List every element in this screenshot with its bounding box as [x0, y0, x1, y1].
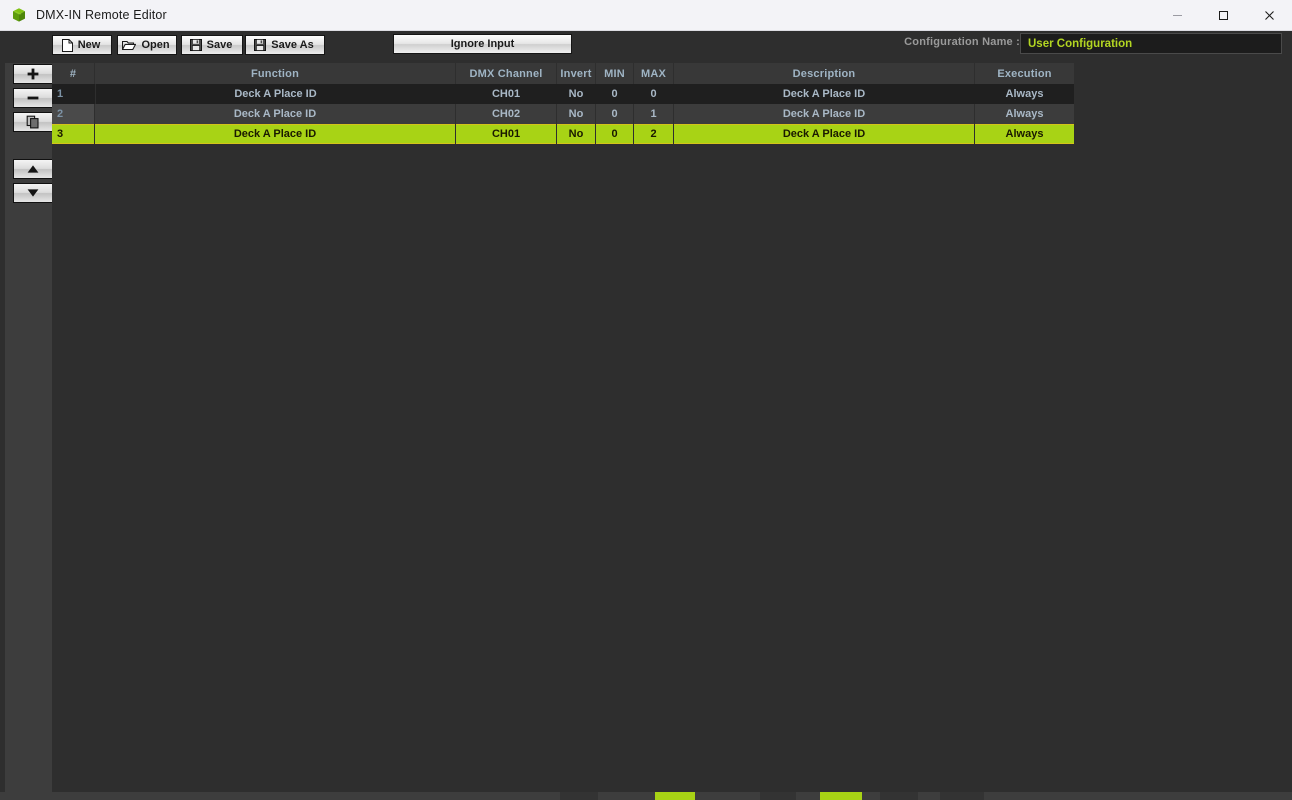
cell-max[interactable]: 1 [634, 104, 673, 124]
close-icon[interactable] [1246, 0, 1292, 31]
cell-number: 2 [52, 104, 94, 124]
cell-invert[interactable]: No [557, 104, 595, 124]
green-cube-icon [11, 7, 27, 23]
open-folder-icon [122, 39, 137, 51]
ignore-input-button[interactable]: Ignore Input [393, 34, 572, 54]
column-header-dmx-channel[interactable]: DMX Channel [456, 63, 556, 84]
cell-max[interactable]: 2 [634, 124, 673, 144]
configuration-name-label: Configuration Name : [904, 36, 1020, 48]
cell-description[interactable]: Deck A Place ID [674, 104, 974, 124]
save-button[interactable]: Save [181, 35, 243, 55]
maximize-icon[interactable] [1200, 0, 1246, 31]
cell-function[interactable]: Deck A Place ID [95, 104, 455, 124]
add-row-button[interactable] [13, 64, 53, 84]
cell-function[interactable]: Deck A Place ID [95, 84, 455, 104]
table-header-row: # Function DMX Channel Invert MIN MAX De… [52, 63, 1074, 84]
window-title: DMX-IN Remote Editor [36, 8, 167, 22]
column-header-min[interactable]: MIN [596, 63, 633, 84]
column-header-description[interactable]: Description [674, 63, 974, 84]
cell-dmx-channel[interactable]: CH02 [456, 104, 556, 124]
remote-mappings-table: # Function DMX Channel Invert MIN MAX De… [52, 63, 1292, 792]
floppy-disk-icon [189, 39, 202, 51]
cell-function[interactable]: Deck A Place ID [95, 124, 455, 144]
cell-execution[interactable]: Always [975, 84, 1074, 104]
title-bar: DMX-IN Remote Editor [0, 0, 1292, 31]
configuration-name-input[interactable]: User Configuration [1020, 33, 1282, 54]
cell-dmx-channel[interactable]: CH01 [456, 84, 556, 104]
table-row[interactable]: 2 Deck A Place ID CH02 No 0 1 Deck A Pla… [52, 104, 1074, 124]
save-as-button[interactable]: Save As [245, 35, 325, 55]
open-button-label: Open [141, 39, 170, 51]
cell-min[interactable]: 0 [596, 124, 633, 144]
floppy-disk-icon [254, 39, 267, 51]
ignore-input-label: Ignore Input [450, 38, 515, 50]
table-row[interactable]: 1 Deck A Place ID CH01 No 0 0 Deck A Pla… [52, 84, 1074, 104]
new-button-label: New [77, 39, 101, 51]
new-document-icon [61, 38, 73, 52]
remove-row-button[interactable] [13, 88, 53, 108]
column-header-max[interactable]: MAX [634, 63, 673, 84]
cell-invert[interactable]: No [557, 84, 595, 104]
cell-min[interactable]: 0 [596, 84, 633, 104]
cell-description[interactable]: Deck A Place ID [674, 124, 974, 144]
open-button[interactable]: Open [117, 35, 177, 55]
window-controls [1154, 0, 1292, 31]
cell-execution[interactable]: Always [975, 124, 1074, 144]
minus-icon [27, 96, 39, 100]
dmx-in-remote-editor-window: DMX-IN Remote Editor New Open Save Save … [0, 0, 1292, 792]
cell-description[interactable]: Deck A Place ID [674, 84, 974, 104]
plus-icon [27, 68, 39, 80]
cell-execution[interactable]: Always [975, 104, 1074, 124]
row-actions-sidebar [5, 63, 53, 792]
column-header-number[interactable]: # [52, 63, 94, 84]
cell-invert[interactable]: No [557, 124, 595, 144]
copy-pages-icon [26, 115, 39, 129]
cell-number: 3 [52, 124, 94, 144]
cell-min[interactable]: 0 [596, 104, 633, 124]
move-row-down-button[interactable] [13, 183, 53, 203]
triangle-up-icon [27, 165, 39, 173]
duplicate-row-button[interactable] [13, 112, 53, 132]
minimize-icon[interactable] [1154, 0, 1200, 31]
configuration-name-value: User Configuration [1028, 37, 1133, 50]
triangle-down-icon [27, 189, 39, 197]
table-row-selected[interactable]: 3 Deck A Place ID CH01 No 0 2 Deck A Pla… [52, 124, 1074, 144]
column-header-function[interactable]: Function [95, 63, 455, 84]
column-header-invert[interactable]: Invert [557, 63, 595, 84]
cell-max[interactable]: 0 [634, 84, 673, 104]
cell-number: 1 [57, 88, 64, 100]
toolbar: New Open Save Save As Ignore Input Confi… [0, 31, 1292, 59]
move-row-up-button[interactable] [13, 159, 53, 179]
save-button-label: Save [206, 39, 233, 51]
save-as-button-label: Save As [271, 39, 314, 51]
new-button[interactable]: New [52, 35, 112, 55]
column-header-execution[interactable]: Execution [975, 63, 1074, 84]
cell-dmx-channel[interactable]: CH01 [456, 124, 556, 144]
